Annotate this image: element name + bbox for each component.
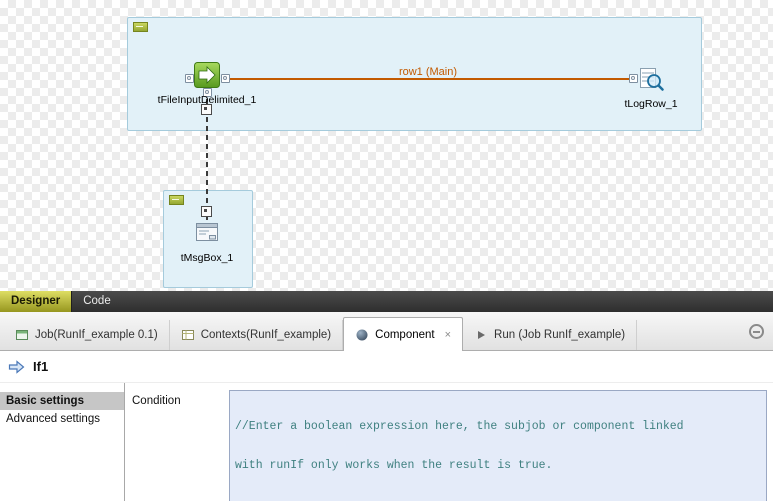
- sidebar-item-advanced-settings[interactable]: Advanced settings: [0, 410, 124, 428]
- tab-job[interactable]: Job(RunIf_example 0.1): [4, 320, 170, 350]
- tab-designer[interactable]: Designer: [0, 291, 72, 312]
- page-title: If1: [33, 359, 48, 374]
- subjob-collapse-button[interactable]: [133, 22, 148, 32]
- tlogrow-icon: [638, 66, 664, 92]
- connection-port[interactable]: [629, 74, 638, 83]
- view-tab-bar: Job(RunIf_example 0.1) Contexts(RunIf_ex…: [0, 312, 773, 351]
- tab-component-label: Component: [375, 329, 434, 341]
- tab-contexts[interactable]: Contexts(RunIf_example): [170, 320, 343, 350]
- editor-mode-bar: Designer Code: [0, 291, 773, 312]
- connection-port[interactable]: [221, 74, 230, 83]
- job-icon: [15, 328, 29, 342]
- condition-label: Condition: [132, 395, 181, 407]
- component-settings: Basic settings Advanced settings Conditi…: [0, 383, 773, 501]
- tab-code[interactable]: Code: [72, 291, 122, 312]
- talend-studio-window: row1 (Main) tFileInputDelimited_1: [0, 0, 773, 501]
- row1-connection-label[interactable]: row1 (Main): [366, 66, 490, 78]
- code-line: with runIf only works when the result is…: [235, 459, 761, 472]
- component-tlogrow[interactable]: [638, 66, 664, 92]
- component-label-tmsgbox[interactable]: tMsgBox_1: [167, 252, 247, 264]
- design-canvas[interactable]: row1 (Main) tFileInputDelimited_1: [0, 0, 773, 291]
- trigger-link-node[interactable]: [201, 206, 212, 217]
- component-icon: [355, 328, 369, 342]
- contexts-icon: [181, 328, 195, 342]
- subjob-collapse-button[interactable]: [169, 195, 184, 205]
- tfileinputdelimited-icon: [194, 62, 220, 88]
- forward-arrow-icon: [8, 360, 25, 374]
- basic-settings-panel: Condition //Enter a boolean expression h…: [125, 383, 773, 501]
- connection-port[interactable]: [185, 74, 194, 83]
- run-icon: [474, 328, 488, 342]
- tab-run-label: Run (Job RunIf_example): [494, 329, 625, 341]
- component-view-header: If1: [0, 351, 773, 383]
- tab-component[interactable]: Component ×: [343, 317, 463, 351]
- comment-text: //Enter a boolean expression here, the s…: [235, 420, 684, 433]
- sidebar-item-basic-settings[interactable]: Basic settings: [0, 392, 124, 410]
- minimize-view-icon[interactable]: [749, 324, 764, 339]
- condition-editor[interactable]: //Enter a boolean expression here, the s…: [229, 390, 767, 501]
- tab-run[interactable]: Run (Job RunIf_example): [463, 320, 637, 350]
- tmsgbox-icon: [194, 219, 220, 245]
- tab-job-label: Job(RunIf_example 0.1): [35, 329, 158, 341]
- component-label-tfileinputdelimited[interactable]: tFileInputDelimited_1: [142, 94, 272, 106]
- component-tmsgbox[interactable]: [194, 219, 220, 245]
- component-tfileinputdelimited[interactable]: [194, 62, 220, 88]
- code-line: //Enter a boolean expression here, the s…: [235, 420, 761, 433]
- comment-text: with runIf only works when the result is…: [235, 459, 552, 472]
- component-label-tlogrow[interactable]: tLogRow_1: [611, 98, 691, 110]
- row1-connection-line[interactable]: [226, 78, 630, 80]
- settings-sidebar: Basic settings Advanced settings: [0, 383, 125, 501]
- close-icon[interactable]: ×: [445, 329, 451, 341]
- tab-contexts-label: Contexts(RunIf_example): [201, 329, 331, 341]
